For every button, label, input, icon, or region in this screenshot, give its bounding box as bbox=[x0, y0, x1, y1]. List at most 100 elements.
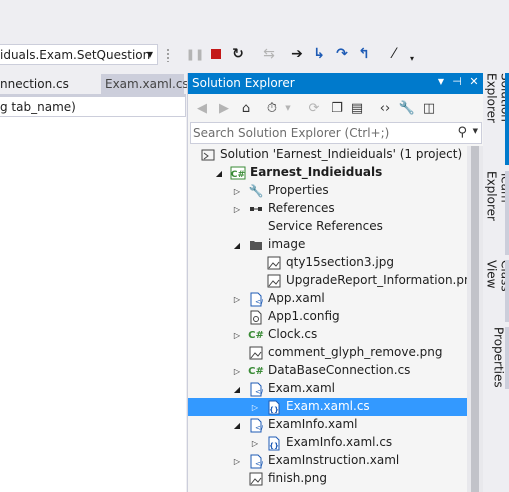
tree-item[interactable]: ▷ </ ExamInstruction.xaml bbox=[188, 452, 468, 470]
editor-nav-member: g tab_name) bbox=[0, 100, 76, 114]
member-combo[interactable]: iduals.Exam.SetQuestion ▼ bbox=[0, 44, 158, 65]
collapsed-arrow-icon[interactable]: ▷ bbox=[232, 203, 242, 215]
csharp-file-icon: C# bbox=[248, 329, 264, 341]
tree-item[interactable]: ◢ </ Exam.xaml bbox=[188, 380, 468, 398]
hex-display-icon[interactable]: ⁄ bbox=[385, 45, 403, 63]
tree-item[interactable]: Solution 'Earnest_Indieiduals' (1 projec… bbox=[188, 146, 468, 164]
chevron-down-icon[interactable]: ▼ bbox=[143, 45, 157, 64]
expanded-arrow-icon[interactable]: ◢ bbox=[232, 239, 242, 251]
solution-tree: Solution 'Earnest_Indieiduals' (1 projec… bbox=[188, 146, 479, 488]
tree-item-label: Solution 'Earnest_Indieiduals' (1 projec… bbox=[220, 147, 463, 161]
member-combo-value: iduals.Exam.SetQuestion bbox=[0, 48, 151, 62]
expanded-arrow-icon[interactable]: ◢ bbox=[232, 383, 242, 395]
xaml-file-icon: </ bbox=[248, 417, 264, 433]
collapsed-arrow-icon[interactable]: ▷ bbox=[232, 365, 242, 377]
back-icon[interactable]: ◀ bbox=[193, 99, 211, 117]
collapse-all-icon[interactable]: ❐ bbox=[328, 99, 346, 117]
tree-item-label: Properties bbox=[268, 183, 329, 197]
tree-item-label: ExamInfo.xaml.cs bbox=[286, 435, 393, 449]
tree-item[interactable]: comment_glyph_remove.png bbox=[188, 344, 468, 362]
collapsed-arrow-icon[interactable]: ▷ bbox=[250, 401, 260, 413]
tree-item-selected[interactable]: ▷ {} Exam.xaml.cs bbox=[188, 398, 468, 416]
tree-item[interactable]: ▷ C# Clock.cs bbox=[188, 326, 468, 344]
search-box[interactable]: Search Solution Explorer (Ctrl+;) ⚲ ▼ bbox=[190, 122, 482, 144]
tab-databaseconnection[interactable]: nnection.cs bbox=[0, 74, 98, 95]
window-position-icon[interactable]: ▼ bbox=[434, 77, 448, 93]
svg-text:C#: C# bbox=[231, 170, 245, 180]
csharp-project-icon: C# bbox=[230, 165, 246, 181]
side-tab-class-view[interactable]: Class View bbox=[484, 260, 509, 322]
tree-item[interactable]: ▷ C# DataBaseConnection.cs bbox=[188, 362, 468, 380]
toolbar-overflow-icon[interactable]: ▾ bbox=[403, 49, 421, 67]
tree-item-label: App.xaml bbox=[268, 291, 325, 305]
wrench-icon[interactable]: 🔧 bbox=[398, 99, 416, 117]
side-tab-properties[interactable]: Properties bbox=[484, 327, 509, 389]
csharp-file-icon: C# bbox=[248, 365, 264, 377]
tree-item-label: finish.png bbox=[268, 471, 328, 485]
tree-item[interactable]: ▷ References bbox=[188, 200, 468, 218]
close-icon[interactable]: ✕ bbox=[467, 75, 481, 91]
toolbar-grip[interactable] bbox=[166, 48, 170, 62]
tree-item[interactable]: App1.config bbox=[188, 308, 468, 326]
search-options-icon[interactable]: ▼ bbox=[473, 127, 478, 135]
tree-item[interactable]: ▷ {} ExamInfo.xaml.cs bbox=[188, 434, 468, 452]
collapsed-arrow-icon[interactable]: ▷ bbox=[232, 455, 242, 467]
search-icon[interactable]: ⚲ bbox=[457, 125, 467, 140]
tree-item-label: Service References bbox=[268, 219, 383, 233]
expanded-arrow-icon[interactable]: ◢ bbox=[214, 167, 224, 179]
scrollbar-thumb[interactable] bbox=[471, 146, 479, 492]
tree-item-label: Exam.xaml bbox=[268, 381, 336, 395]
home-icon[interactable]: ⌂ bbox=[237, 99, 255, 117]
tree-item-label: DataBaseConnection.cs bbox=[268, 363, 411, 377]
side-tab-solution-explorer[interactable]: Solution Explorer bbox=[484, 73, 509, 165]
tree-item-label: References bbox=[268, 201, 335, 215]
side-tab-team-explorer[interactable]: Team Explorer bbox=[484, 171, 509, 255]
view-code-icon[interactable]: ‹› bbox=[376, 99, 394, 117]
xaml-file-icon: </ bbox=[248, 453, 264, 469]
collapsed-arrow-icon[interactable]: ▷ bbox=[232, 329, 242, 341]
sync-icon[interactable]: ⟳ bbox=[305, 99, 323, 117]
restart-icon[interactable]: ↻ bbox=[229, 45, 247, 63]
collapsed-arrow-icon[interactable]: ▷ bbox=[250, 437, 260, 449]
tree-item[interactable]: qty15section3.jpg bbox=[188, 254, 468, 272]
image-file-icon bbox=[248, 471, 264, 487]
tree-item[interactable]: UpgradeReport_Information.png bbox=[188, 272, 479, 290]
tree-item[interactable]: ◢ </ ExamInfo.xaml bbox=[188, 416, 468, 434]
step-arrow-icon[interactable]: ➔ bbox=[288, 45, 306, 63]
step-out-icon[interactable]: ↰ bbox=[355, 45, 373, 63]
editor-navigation-bar[interactable]: g tab_name) bbox=[0, 96, 186, 117]
filter-dropdown-icon[interactable]: ▼ bbox=[279, 99, 297, 117]
tree-item[interactable]: ◢ image bbox=[188, 236, 468, 254]
tree-item-label: ExamInfo.xaml bbox=[268, 417, 358, 431]
tree-item[interactable]: ◢ C# Earnest_Indieiduals bbox=[188, 164, 468, 182]
svg-text:{}: {} bbox=[269, 406, 279, 414]
step-into-icon[interactable]: ↳ bbox=[310, 45, 328, 63]
editor-tab-strip: nnection.cs Exam.xaml.cs bbox=[0, 72, 189, 96]
csharp-code-file-icon: {} bbox=[266, 435, 282, 451]
collapsed-arrow-icon[interactable]: ▷ bbox=[232, 185, 242, 197]
tree-item-label: image bbox=[268, 237, 306, 251]
expanded-arrow-icon[interactable]: ◢ bbox=[232, 419, 242, 431]
stop-icon[interactable] bbox=[207, 45, 225, 63]
code-editor[interactable] bbox=[0, 117, 186, 492]
preview-icon[interactable]: ◫ bbox=[420, 99, 438, 117]
tree-item[interactable]: Service References bbox=[188, 218, 468, 236]
tree-item-label: qty15section3.jpg bbox=[286, 255, 394, 269]
tree-item[interactable]: finish.png bbox=[188, 470, 468, 488]
tree-item[interactable]: ▷ 🔧 Properties bbox=[188, 182, 468, 200]
show-next-statement-icon[interactable]: ⇆ bbox=[260, 45, 278, 63]
standard-toolbar: iduals.Exam.SetQuestion ▼ ❚❚ ↻ ⇆ ➔ ↳ ↷ ↰… bbox=[0, 40, 509, 68]
tree-item[interactable]: ▷ </ App.xaml bbox=[188, 290, 468, 308]
step-over-icon[interactable]: ↷ bbox=[333, 45, 351, 63]
pin-icon[interactable]: ⊣ bbox=[450, 75, 464, 91]
forward-icon[interactable]: ▶ bbox=[215, 99, 233, 117]
solution-explorer-title-bar: Solution Explorer ▼ ⊣ ✕ bbox=[188, 73, 483, 94]
show-all-files-icon[interactable]: ▤ bbox=[348, 99, 366, 117]
side-tab-label: Properties bbox=[491, 327, 506, 388]
svg-text:</: </ bbox=[255, 460, 263, 468]
collapsed-arrow-icon[interactable]: ▷ bbox=[232, 293, 242, 305]
pause-icon[interactable]: ❚❚ bbox=[186, 45, 204, 63]
tree-scrollbar[interactable] bbox=[467, 146, 483, 492]
image-file-icon bbox=[266, 273, 282, 289]
tab-exam-xaml-cs[interactable]: Exam.xaml.cs bbox=[101, 74, 189, 95]
